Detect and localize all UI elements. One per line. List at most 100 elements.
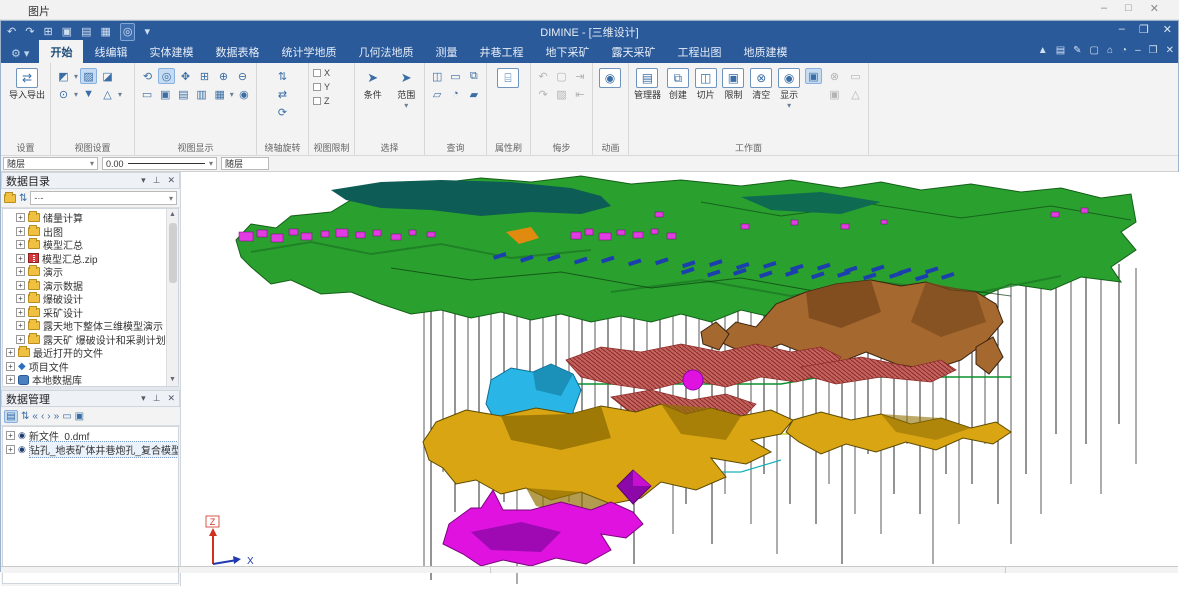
import-export-button[interactable]: ⇄ 导入导出 bbox=[5, 66, 49, 101]
zoom-window-icon[interactable]: ⊞ bbox=[196, 68, 213, 84]
home-icon[interactable]: ⌂ bbox=[1107, 45, 1113, 56]
magnifier-icon[interactable]: ⊙ bbox=[55, 86, 72, 102]
query-flag-icon[interactable]: ▱ bbox=[429, 86, 445, 102]
workplane-slice-button[interactable]: ◫ 切片 bbox=[694, 66, 718, 141]
tab-data-table[interactable]: 数据表格 bbox=[204, 40, 270, 63]
catalog-close-icon[interactable]: ✕ bbox=[167, 175, 175, 186]
app-minimize-icon[interactable]: – bbox=[1119, 23, 1125, 36]
app-restore-icon[interactable]: ❐ bbox=[1139, 23, 1149, 36]
solid-view-icon[interactable]: ▣ bbox=[157, 86, 173, 102]
child-restore-icon[interactable]: ❐ bbox=[1149, 45, 1158, 56]
nav-last-icon[interactable]: » bbox=[54, 411, 60, 422]
rotate-x-icon[interactable]: ⇅ bbox=[274, 68, 291, 84]
tab-geological-modeling[interactable]: 地质建模 bbox=[732, 40, 798, 63]
query-stats-icon[interactable]: ◔ bbox=[447, 86, 463, 102]
wireframe-icon[interactable]: ▭ bbox=[139, 86, 155, 102]
zoom-in-icon[interactable]: ⊕ bbox=[215, 68, 232, 84]
tree-item[interactable]: +储量计算 bbox=[3, 211, 178, 225]
zoom-out-icon[interactable]: ⊖ bbox=[234, 68, 251, 84]
workplane-clear-button[interactable]: ⊗ 清空 bbox=[749, 66, 773, 141]
app-close-icon[interactable]: ✕ bbox=[1163, 23, 1172, 36]
tab-solid-modeling[interactable]: 实体建模 bbox=[138, 40, 204, 63]
rotate-y-icon[interactable]: ⇄ bbox=[274, 86, 291, 102]
catalog-pin-icon[interactable]: ⊥ bbox=[153, 175, 161, 186]
outer-minimize-icon[interactable]: – bbox=[1101, 2, 1107, 15]
layers-icon[interactable]: ▦ bbox=[212, 86, 228, 102]
limit-z-checkbox[interactable] bbox=[313, 97, 321, 105]
open-folder-icon[interactable] bbox=[4, 194, 16, 203]
user-icon[interactable]: ◔ bbox=[1121, 45, 1127, 56]
nav-first-icon[interactable]: « bbox=[32, 411, 38, 422]
manager-sort-icon[interactable]: ⇅ bbox=[21, 411, 29, 422]
workplane-create-button[interactable]: ⧉ 创建 bbox=[666, 66, 690, 141]
workplane-extra2-icon[interactable]: ▣ bbox=[826, 86, 843, 102]
workplane-extra1-icon[interactable]: ⊗ bbox=[826, 68, 843, 84]
workplane-limit-button[interactable]: ▣ 限制 bbox=[722, 66, 746, 141]
step-redo-icon[interactable]: ↷ bbox=[535, 86, 551, 102]
tab-engineering-drawing[interactable]: 工程出图 bbox=[666, 40, 732, 63]
app-menu-button[interactable]: ⚙ ▾ bbox=[1, 47, 39, 63]
catalog-filter-combo[interactable]: -·- ▾ bbox=[30, 191, 177, 205]
nav-prev-icon[interactable]: ‹ bbox=[41, 411, 44, 422]
workplane-display-button[interactable]: ◉ 显示 ▾ bbox=[777, 66, 801, 141]
linetype-bylayer-combo[interactable]: 随层 bbox=[221, 157, 269, 170]
save-file-icon[interactable]: ▣ bbox=[75, 411, 84, 422]
manager-pin-icon[interactable]: ⊥ bbox=[153, 393, 161, 404]
line-width-combo[interactable]: 0.00 ▾ bbox=[102, 157, 217, 170]
tree-item[interactable]: +演示 bbox=[3, 265, 178, 279]
scroll-down-icon[interactable]: ▼ bbox=[167, 374, 178, 386]
step-forward-icon[interactable]: ⇥ bbox=[572, 68, 588, 84]
child-minimize-icon[interactable]: – bbox=[1135, 45, 1141, 56]
outer-close-icon[interactable]: ✕ bbox=[1150, 2, 1159, 15]
sort-icon[interactable]: ⇅ bbox=[19, 193, 27, 204]
tree-item-local-database[interactable]: +本地数据库 bbox=[3, 373, 178, 387]
outer-maximize-icon[interactable]: □ bbox=[1125, 2, 1132, 15]
shade-mode-icon[interactable]: ▨ bbox=[80, 68, 97, 84]
scroll-thumb[interactable] bbox=[169, 223, 177, 283]
tree-item[interactable]: +演示数据 bbox=[3, 279, 178, 293]
select-by-condition-button[interactable]: ➤ 条件 bbox=[359, 66, 387, 141]
step-undo-icon[interactable]: ↶ bbox=[535, 68, 551, 84]
tree-item[interactable]: +出图 bbox=[3, 225, 178, 239]
query-entity-icon[interactable]: ◫ bbox=[429, 68, 445, 84]
collapse-ribbon-icon[interactable]: ▲ bbox=[1038, 45, 1048, 56]
tab-geostatistics[interactable]: 统计学地质 bbox=[270, 40, 347, 63]
workspace-list-icon[interactable]: ▤ bbox=[1056, 45, 1065, 56]
tab-underground-mining[interactable]: 地下采矿 bbox=[534, 40, 600, 63]
manager-menu-chevron-icon[interactable]: ▾ bbox=[141, 393, 146, 404]
catalog-scrollbar[interactable]: ▲ ▼ bbox=[166, 209, 178, 386]
section-view-icon[interactable]: ▥ bbox=[193, 86, 209, 102]
pan-icon[interactable]: ✥ bbox=[177, 68, 194, 84]
filter-icon[interactable]: ▼ bbox=[80, 86, 97, 102]
file-item-selected[interactable]: + ◉ 钻孔_地表矿体井巷炮孔_复合模型.dmf bbox=[3, 443, 178, 457]
nav-next-icon[interactable]: › bbox=[47, 411, 50, 422]
tree-item[interactable]: +露天地下整体三维模型演示 bbox=[3, 319, 178, 333]
viewport-3d[interactable]: Z X bbox=[180, 172, 1179, 586]
view-style-icon[interactable]: ◩ bbox=[55, 68, 72, 84]
select-by-range-button[interactable]: ➤ 范围 ▾ bbox=[393, 66, 421, 141]
new-file-icon[interactable]: ▭ bbox=[62, 411, 71, 422]
scroll-up-icon[interactable]: ▲ bbox=[167, 209, 178, 221]
tab-tunnel-engineering[interactable]: 井巷工程 bbox=[468, 40, 534, 63]
manager-close-icon[interactable]: ✕ bbox=[167, 393, 175, 404]
tab-geometric-geology[interactable]: 几何法地质 bbox=[347, 40, 424, 63]
tab-openpit-mining[interactable]: 露天采矿 bbox=[600, 40, 666, 63]
catalog-menu-chevron-icon[interactable]: ▾ bbox=[141, 175, 146, 186]
query-stack-icon[interactable]: ⧉ bbox=[466, 68, 482, 84]
property-brush-button[interactable]: ⌸ bbox=[491, 66, 525, 88]
tab-survey[interactable]: 测量 bbox=[424, 40, 468, 63]
color-bylayer-combo[interactable]: 随层 ▾ bbox=[3, 157, 98, 170]
workplane-extra4-icon[interactable]: △ bbox=[847, 86, 864, 102]
rotate-view-icon[interactable]: ⟲ bbox=[139, 68, 156, 84]
tree-item[interactable]: +采矿设计 bbox=[3, 306, 178, 320]
orbit-icon[interactable]: ◎ bbox=[158, 68, 175, 84]
tab-line-edit[interactable]: 线编辑 bbox=[83, 40, 138, 63]
workplane-extra3-icon[interactable]: ▭ bbox=[847, 68, 864, 84]
visibility-eye-icon[interactable]: ◉ bbox=[236, 86, 252, 102]
tab-home[interactable]: 开始 bbox=[39, 40, 83, 63]
child-close-icon[interactable]: ✕ bbox=[1166, 45, 1174, 56]
tree-item[interactable]: +模型汇总 bbox=[3, 238, 178, 252]
workplane-manager-button[interactable]: ▤ 管理器 bbox=[633, 66, 662, 141]
visibility-eye-icon[interactable]: ◉ bbox=[18, 430, 26, 441]
manager-grid-icon[interactable]: ▤ bbox=[4, 410, 18, 423]
